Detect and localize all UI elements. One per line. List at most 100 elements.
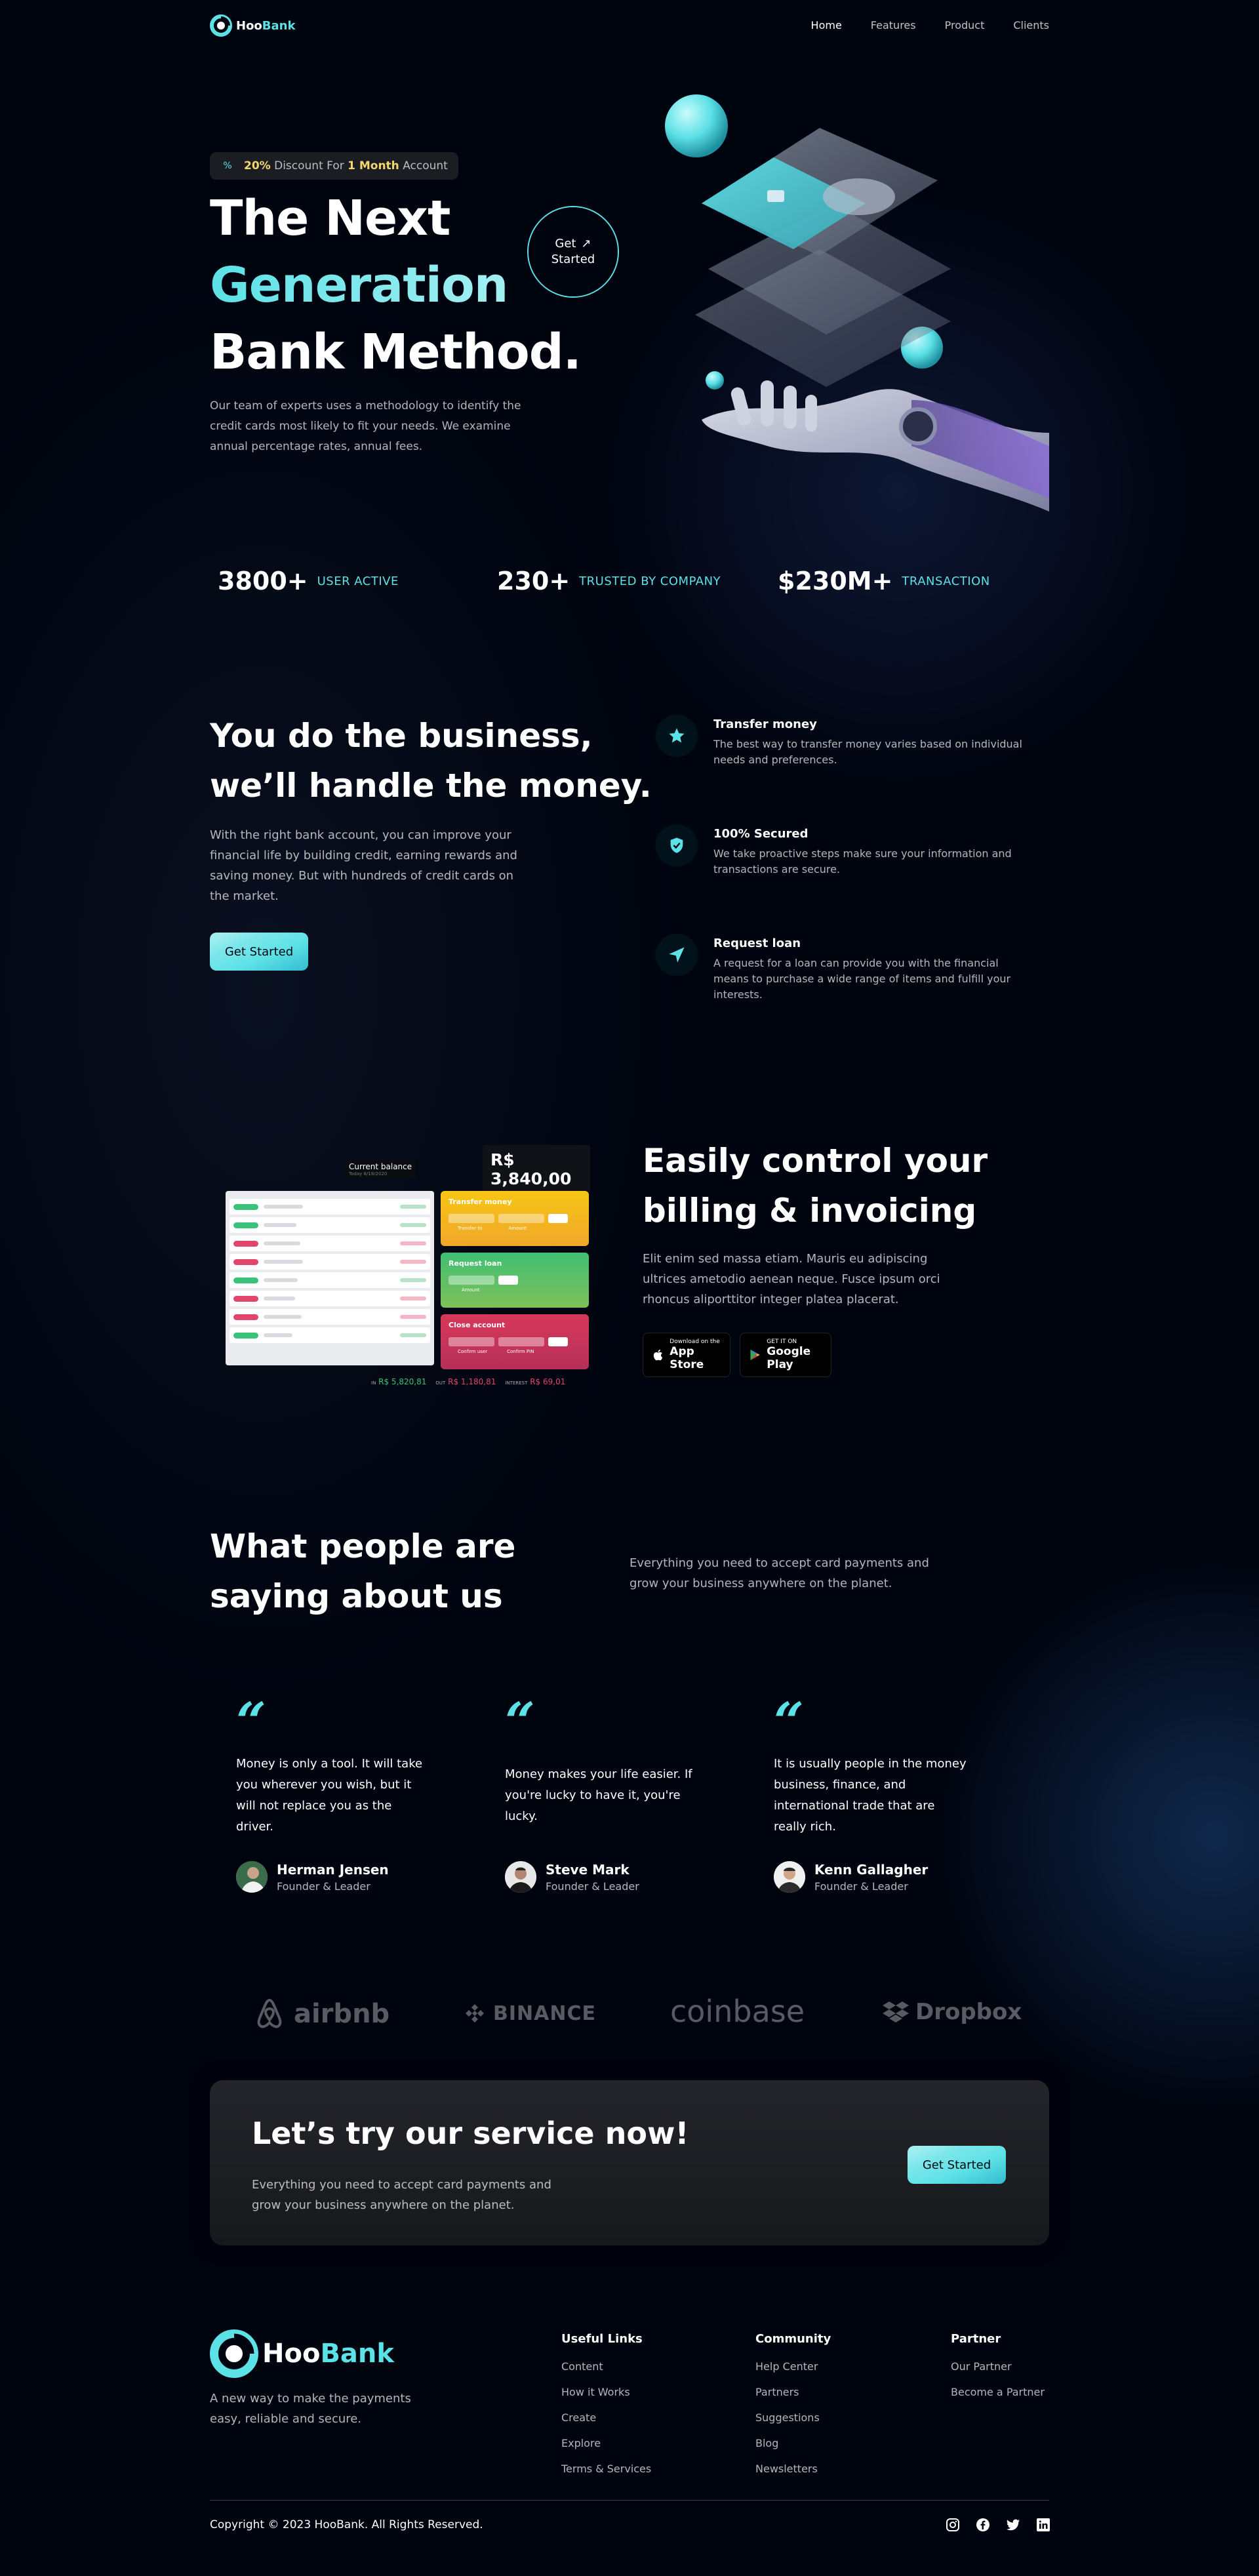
instagram-icon[interactable] — [946, 2518, 960, 2532]
avatar — [774, 1861, 805, 1893]
nav-home[interactable]: Home — [811, 19, 842, 31]
linkedin-icon[interactable] — [1036, 2518, 1050, 2532]
cta-section: Let’s try our service now! Everything yo… — [210, 2080, 1049, 2245]
app-store-small: Download on the — [669, 1338, 720, 1345]
footer-link[interactable]: Create — [561, 2411, 651, 2424]
binance-logo-icon — [466, 2004, 484, 2023]
billing-title-line2: billing & invoicing — [643, 1192, 977, 1230]
nav-clients[interactable]: Clients — [1013, 19, 1049, 31]
footer-link[interactable]: Suggestions — [755, 2411, 831, 2424]
send-icon — [656, 934, 698, 976]
google-play-big: Google Play — [767, 1345, 811, 1371]
testimonial-name: Herman Jensen — [277, 1861, 389, 1878]
quote-icon: “ — [505, 1691, 536, 1752]
client-coinbase: coinbase — [670, 1994, 805, 2029]
main-nav: Home Features Product Clients — [782, 19, 1049, 31]
feature-transfer: Transfer money The best way to transfer … — [656, 715, 1036, 768]
quote-icon: “ — [236, 1691, 267, 1752]
client-airbnb-name: airbnb — [294, 1999, 390, 2029]
billing-title-line1: Easily control your — [643, 1142, 988, 1180]
footer-logo[interactable]: HooBank — [210, 2329, 394, 2378]
client-dropbox-name: Dropbox — [915, 1999, 1022, 2025]
feature-secured-title: 100% Secured — [713, 827, 809, 841]
app-store-big: App Store — [669, 1345, 704, 1371]
transactions-table — [226, 1191, 434, 1365]
hero-title-line3: Bank Method. — [210, 324, 582, 380]
footer-column-community: Community Help Center Partners Suggestio… — [755, 2332, 831, 2488]
logo-icon — [210, 2329, 258, 2378]
transfer-money-card: Transfer money Transfer to Amount — [441, 1191, 589, 1246]
hero-get-started-button[interactable]: Get ↗ Started — [527, 206, 619, 298]
avatar — [236, 1861, 268, 1893]
feature-transfer-text: The best way to transfer money varies ba… — [713, 738, 1022, 766]
copyright-text: Copyright © 2023 HooBank. All Rights Res… — [210, 2518, 483, 2531]
footer-link[interactable]: Newsletters — [755, 2463, 831, 2475]
client-dropbox: Dropbox — [883, 1999, 1022, 2025]
google-play-button[interactable]: GET IT ON Google Play — [740, 1333, 831, 1377]
business-get-started-button[interactable]: Get Started — [210, 933, 308, 971]
nav-features[interactable]: Features — [871, 19, 916, 31]
apple-icon — [653, 1349, 663, 1361]
testimonial-card: “ It is usually people in the money busi… — [774, 1691, 970, 1893]
table-row — [230, 1272, 430, 1288]
hero-title-line1: The Next — [210, 190, 450, 247]
footer-link[interactable]: How it Works — [561, 2386, 651, 2398]
testimonials-title-line2: saying about us — [210, 1577, 503, 1615]
dropbox-logo-icon — [883, 2002, 909, 2023]
client-binance: BINANCE — [463, 2002, 596, 2025]
table-row — [230, 1309, 430, 1325]
hero-title: The Next Generation Bank Method. — [210, 185, 582, 386]
logo-icon — [210, 14, 232, 37]
balance-label: Current balance Today 8/18/2020 — [345, 1161, 416, 1178]
facebook-icon[interactable] — [976, 2518, 990, 2532]
feature-loan-title: Request loan — [713, 936, 801, 950]
table-row — [230, 1236, 430, 1251]
footer-link[interactable]: Partners — [755, 2386, 831, 2398]
stat-transactions: $230M+ Transaction — [778, 567, 990, 595]
footer-column-partner: Partner Our Partner Become a Partner — [951, 2332, 1045, 2411]
table-row — [230, 1217, 430, 1233]
footer-link[interactable]: Become a Partner — [951, 2386, 1045, 2398]
footer-link[interactable]: Content — [561, 2360, 651, 2373]
stat-companies-label: Trusted by Company — [579, 574, 721, 588]
testimonials-title-line1: What people are — [210, 1527, 516, 1565]
social-links — [946, 2518, 1050, 2532]
footer-link[interactable]: Blog — [755, 2437, 831, 2449]
testimonials-title: What people are saying about us — [210, 1521, 515, 1621]
testimonial-role: Founder & Leader — [546, 1880, 639, 1893]
footer-link[interactable]: Our Partner — [951, 2360, 1045, 2373]
footer-link[interactable]: Help Center — [755, 2360, 831, 2373]
app-store-button[interactable]: Download on the App Store — [643, 1333, 730, 1377]
testimonial-name: Kenn Gallagher — [814, 1861, 929, 1878]
avatar — [505, 1861, 536, 1893]
google-play-icon — [750, 1349, 760, 1361]
stat-users: 3800+ User Active — [218, 567, 399, 595]
testimonial-text: Money makes your life easier. If you're … — [505, 1767, 692, 1823]
brand-logo[interactable]: HooBank — [210, 14, 295, 37]
hero-illustration — [662, 92, 1049, 512]
cta-title: Let’s try our service now! — [252, 2116, 689, 2151]
footer-link[interactable]: Explore — [561, 2437, 651, 2449]
hero-cta-line2: Started — [551, 252, 595, 266]
testimonial-card: “ Money makes your life easier. If you'r… — [505, 1691, 702, 1893]
footer-column-useful-links: Useful Links Content How it Works Create… — [561, 2332, 651, 2488]
request-loan-card: Request loan Amount — [441, 1253, 589, 1308]
cta-get-started-button[interactable]: Get Started — [908, 2146, 1006, 2184]
feature-loan-text: A request for a loan can provide you wit… — [713, 957, 1011, 1001]
footer-link[interactable]: Terms & Services — [561, 2463, 651, 2475]
twitter-icon[interactable] — [1006, 2518, 1020, 2532]
client-binance-name: BINANCE — [493, 2002, 596, 2025]
business-title-line2: we’ll handle the money. — [210, 767, 652, 805]
quote-icon: “ — [774, 1691, 805, 1752]
arrow-up-right-icon: ↗ — [581, 237, 591, 251]
nav-product[interactable]: Product — [945, 19, 985, 31]
business-description: With the right bank account, you can imp… — [210, 828, 517, 903]
business-title-line1: You do the business, — [210, 717, 593, 755]
billing-dashboard-mockup: R$ 3,840,00 Current balance Today 8/18/2… — [223, 1141, 590, 1403]
client-coinbase-name: coinbase — [670, 1994, 805, 2029]
airbnb-logo-icon — [257, 1998, 282, 2028]
close-account-card: Close account Confirm user Confirm PIN — [441, 1314, 589, 1369]
cta-description: Everything you need to accept card payme… — [252, 2178, 551, 2212]
stat-companies-value: 230+ — [497, 567, 570, 595]
footer-column-title: Community — [755, 2332, 831, 2346]
